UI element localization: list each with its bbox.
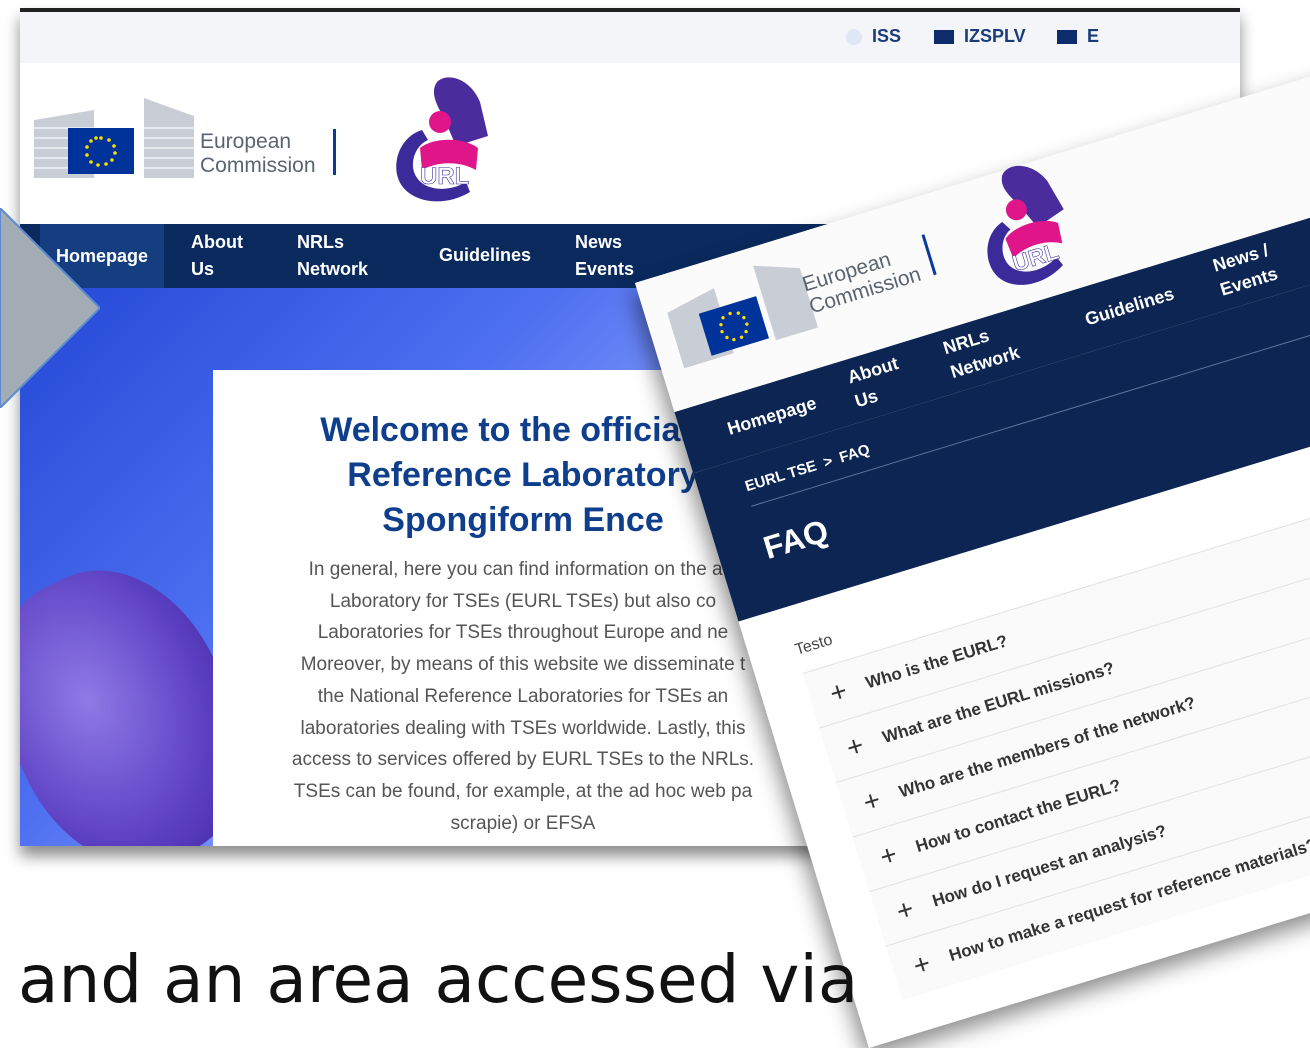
izsplv-label: IZSPLV <box>964 26 1026 46</box>
nav-news-events[interactable]: News Events <box>575 229 634 283</box>
ec-divider <box>333 129 336 175</box>
third-link[interactable]: E <box>1057 26 1099 47</box>
iss-label: ISS <box>872 26 902 46</box>
slide-caption: and an area accessed via <box>18 941 859 1018</box>
nav-nrls-network[interactable]: NRLs Network <box>297 229 368 283</box>
plus-icon[interactable]: + <box>807 670 871 714</box>
plus-icon[interactable]: + <box>873 889 937 933</box>
faq-intro: Testo <box>793 631 835 659</box>
breadcrumb-current: FAQ <box>837 441 872 467</box>
nav-news-events[interactable]: News / Events <box>1210 237 1281 302</box>
plus-icon[interactable]: + <box>890 943 954 987</box>
ec-line-2: Commission <box>200 154 316 177</box>
plus-icon[interactable]: + <box>840 780 904 824</box>
izsplv-link[interactable]: IZSPLV <box>934 26 1026 47</box>
nav-guidelines[interactable]: Guidelines <box>439 242 531 269</box>
eurl-logo[interactable]: URL <box>959 152 1088 302</box>
arrow-shape <box>0 208 100 408</box>
third-link-icon <box>1057 29 1077 44</box>
izsplv-icon <box>934 29 954 44</box>
eurl-logo-text: URL <box>420 163 469 190</box>
nav-about-us[interactable]: About Us <box>845 351 909 414</box>
nav-nrls-network[interactable]: NRLs Network <box>940 316 1023 385</box>
iss-link[interactable]: ISS <box>846 26 901 47</box>
iss-icon <box>846 28 862 45</box>
ec-line-1: European <box>200 130 292 153</box>
plus-icon[interactable]: + <box>823 725 887 769</box>
nav-about-us[interactable]: About Us <box>191 229 243 283</box>
third-link-label: E <box>1087 26 1100 46</box>
page-title: FAQ <box>759 512 833 567</box>
ec-divider <box>921 234 937 276</box>
plus-icon[interactable]: + <box>857 834 921 878</box>
nav-guidelines[interactable]: Guidelines <box>1082 282 1177 333</box>
eu-flag-icon <box>68 128 134 174</box>
top-links-bar: ISS IZSPLV E <box>20 8 1240 63</box>
breadcrumb-separator: > <box>821 452 835 472</box>
nav-homepage[interactable]: Homepage <box>724 391 819 442</box>
eurl-logo[interactable]: URL <box>392 74 492 209</box>
ec-wordmark: European Commission <box>200 130 316 178</box>
